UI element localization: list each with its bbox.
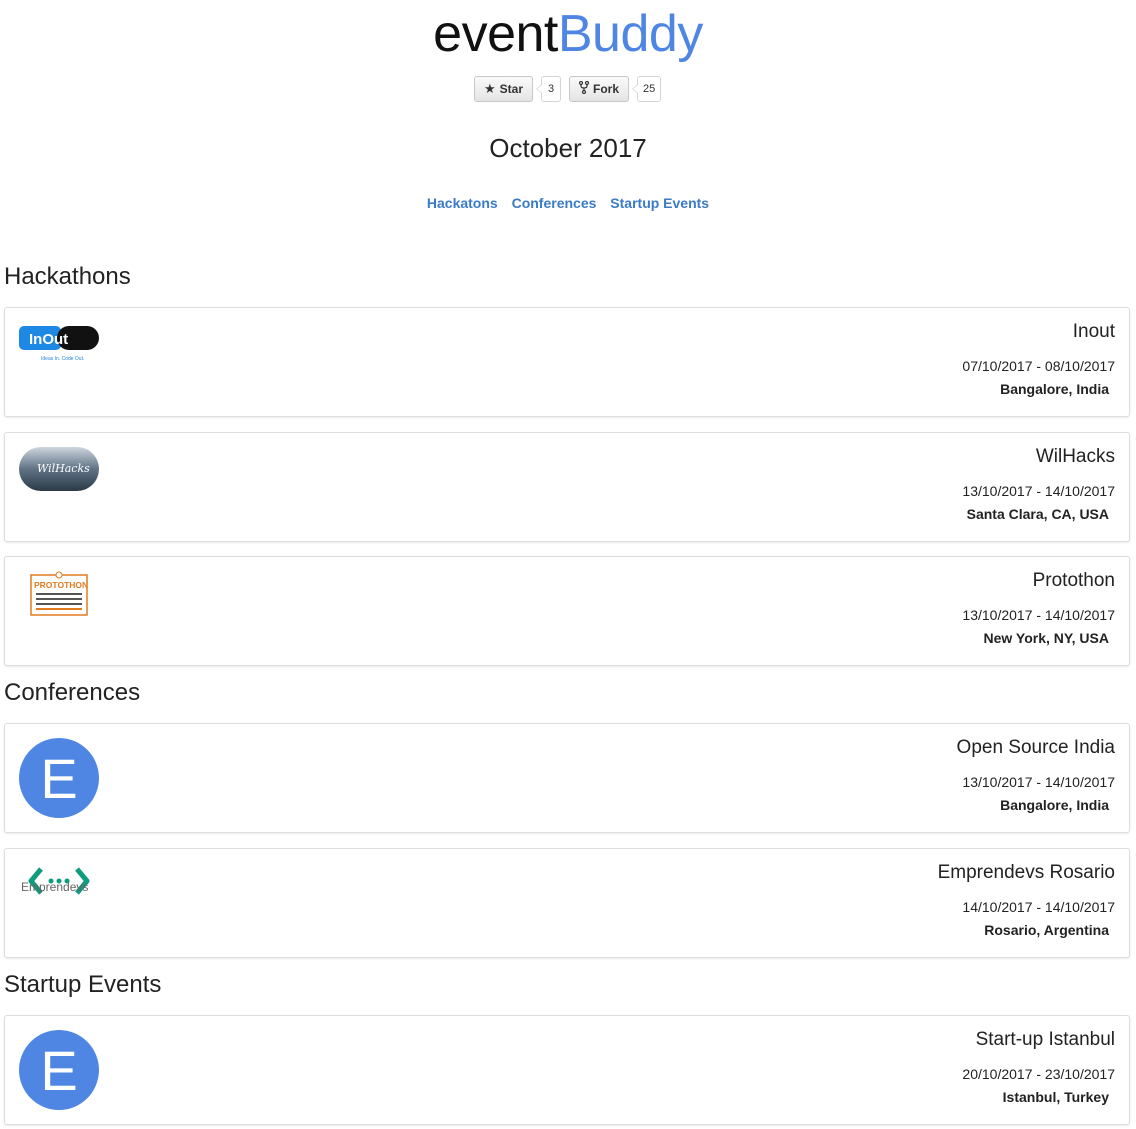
protothon-logo-text: PROTOTHON bbox=[34, 580, 88, 590]
month-title: October 2017 bbox=[489, 133, 647, 163]
fork-button[interactable]: Fork bbox=[569, 76, 630, 102]
event-card[interactable]: PROTOTHON Protothon 13/10/2017 - 14/10/2… bbox=[4, 556, 1130, 666]
placeholder-e-icon: E bbox=[19, 738, 99, 818]
event-location: Bangalore, India bbox=[1000, 381, 1109, 397]
event-dates: 14/10/2017 - 14/10/2017 bbox=[962, 899, 1115, 915]
event-card[interactable]: E Open Source India 13/10/2017 - 14/10/2… bbox=[4, 723, 1130, 833]
event-name: Emprendevs Rosario bbox=[937, 862, 1115, 883]
section-title-startup-events: Startup Events bbox=[4, 971, 162, 998]
event-location: Bangalore, India bbox=[1000, 797, 1109, 813]
event-location: Rosario, Argentina bbox=[984, 922, 1109, 938]
logo-word-event: event bbox=[433, 5, 558, 63]
event-name: Start-up Istanbul bbox=[975, 1029, 1115, 1050]
event-name: Protothon bbox=[1032, 570, 1115, 591]
emprendevs-logo: Emprendevs bbox=[19, 863, 99, 943]
event-location: Istanbul, Turkey bbox=[1002, 1089, 1109, 1105]
event-dates: 07/10/2017 - 08/10/2017 bbox=[962, 358, 1115, 374]
section-title-hackathons: Hackathons bbox=[4, 263, 131, 290]
event-dates: 13/10/2017 - 14/10/2017 bbox=[962, 774, 1115, 790]
event-location: New York, NY, USA bbox=[983, 630, 1109, 646]
nav-link-hackathons[interactable]: Hackatons bbox=[427, 195, 498, 211]
star-label: Star bbox=[499, 82, 523, 96]
emprendevs-logo-text: Emprendevs bbox=[21, 880, 88, 894]
fork-icon bbox=[578, 80, 590, 97]
section-title-conferences: Conferences bbox=[4, 679, 141, 706]
section-nav: Hackatons Conferences Startup Events bbox=[0, 195, 1136, 211]
fork-count[interactable]: 25 bbox=[631, 76, 662, 102]
nav-link-startup-events[interactable]: Startup Events bbox=[610, 195, 709, 211]
event-name: Inout bbox=[1072, 321, 1115, 342]
placeholder-e-icon: E bbox=[19, 1030, 99, 1110]
event-card[interactable]: WilHacks WilHacks 13/10/2017 - 14/10/201… bbox=[4, 432, 1130, 542]
event-dates: 13/10/2017 - 14/10/2017 bbox=[962, 607, 1115, 623]
event-name: Open Source India bbox=[956, 737, 1115, 758]
event-card[interactable]: E Start-up Istanbul 20/10/2017 - 23/10/2… bbox=[4, 1015, 1130, 1125]
inout-logo-left: InOut bbox=[29, 331, 68, 348]
star-count[interactable]: 3 bbox=[536, 76, 561, 102]
event-dates: 20/10/2017 - 23/10/2017 bbox=[962, 1066, 1115, 1082]
nav-link-conferences[interactable]: Conferences bbox=[512, 195, 597, 211]
event-location: Santa Clara, CA, USA bbox=[966, 506, 1109, 522]
event-card[interactable]: Emprendevs Emprendevs Rosario 14/10/2017… bbox=[4, 848, 1130, 958]
github-buttons: ★ Star 3 Fork 25 bbox=[474, 75, 669, 103]
event-name: WilHacks bbox=[1035, 446, 1115, 467]
logo-word-buddy: Buddy bbox=[557, 5, 703, 63]
star-icon: ★ bbox=[484, 81, 496, 96]
inout-logo-sub: Ideas In. Code Out. bbox=[41, 356, 84, 362]
wilhacks-logo-text: WilHacks bbox=[37, 462, 90, 475]
wilhacks-logo: WilHacks bbox=[19, 447, 99, 527]
star-button[interactable]: ★ Star bbox=[474, 76, 533, 102]
inout-logo: InOut Ideas In. Code Out. bbox=[19, 322, 99, 402]
protothon-logo: PROTOTHON bbox=[19, 571, 99, 651]
event-dates: 13/10/2017 - 14/10/2017 bbox=[962, 483, 1115, 499]
app-logo: eventBuddy bbox=[0, 4, 1136, 64]
fork-label: Fork bbox=[593, 82, 620, 96]
event-card[interactable]: InOut Ideas In. Code Out. Inout 07/10/20… bbox=[4, 307, 1130, 417]
